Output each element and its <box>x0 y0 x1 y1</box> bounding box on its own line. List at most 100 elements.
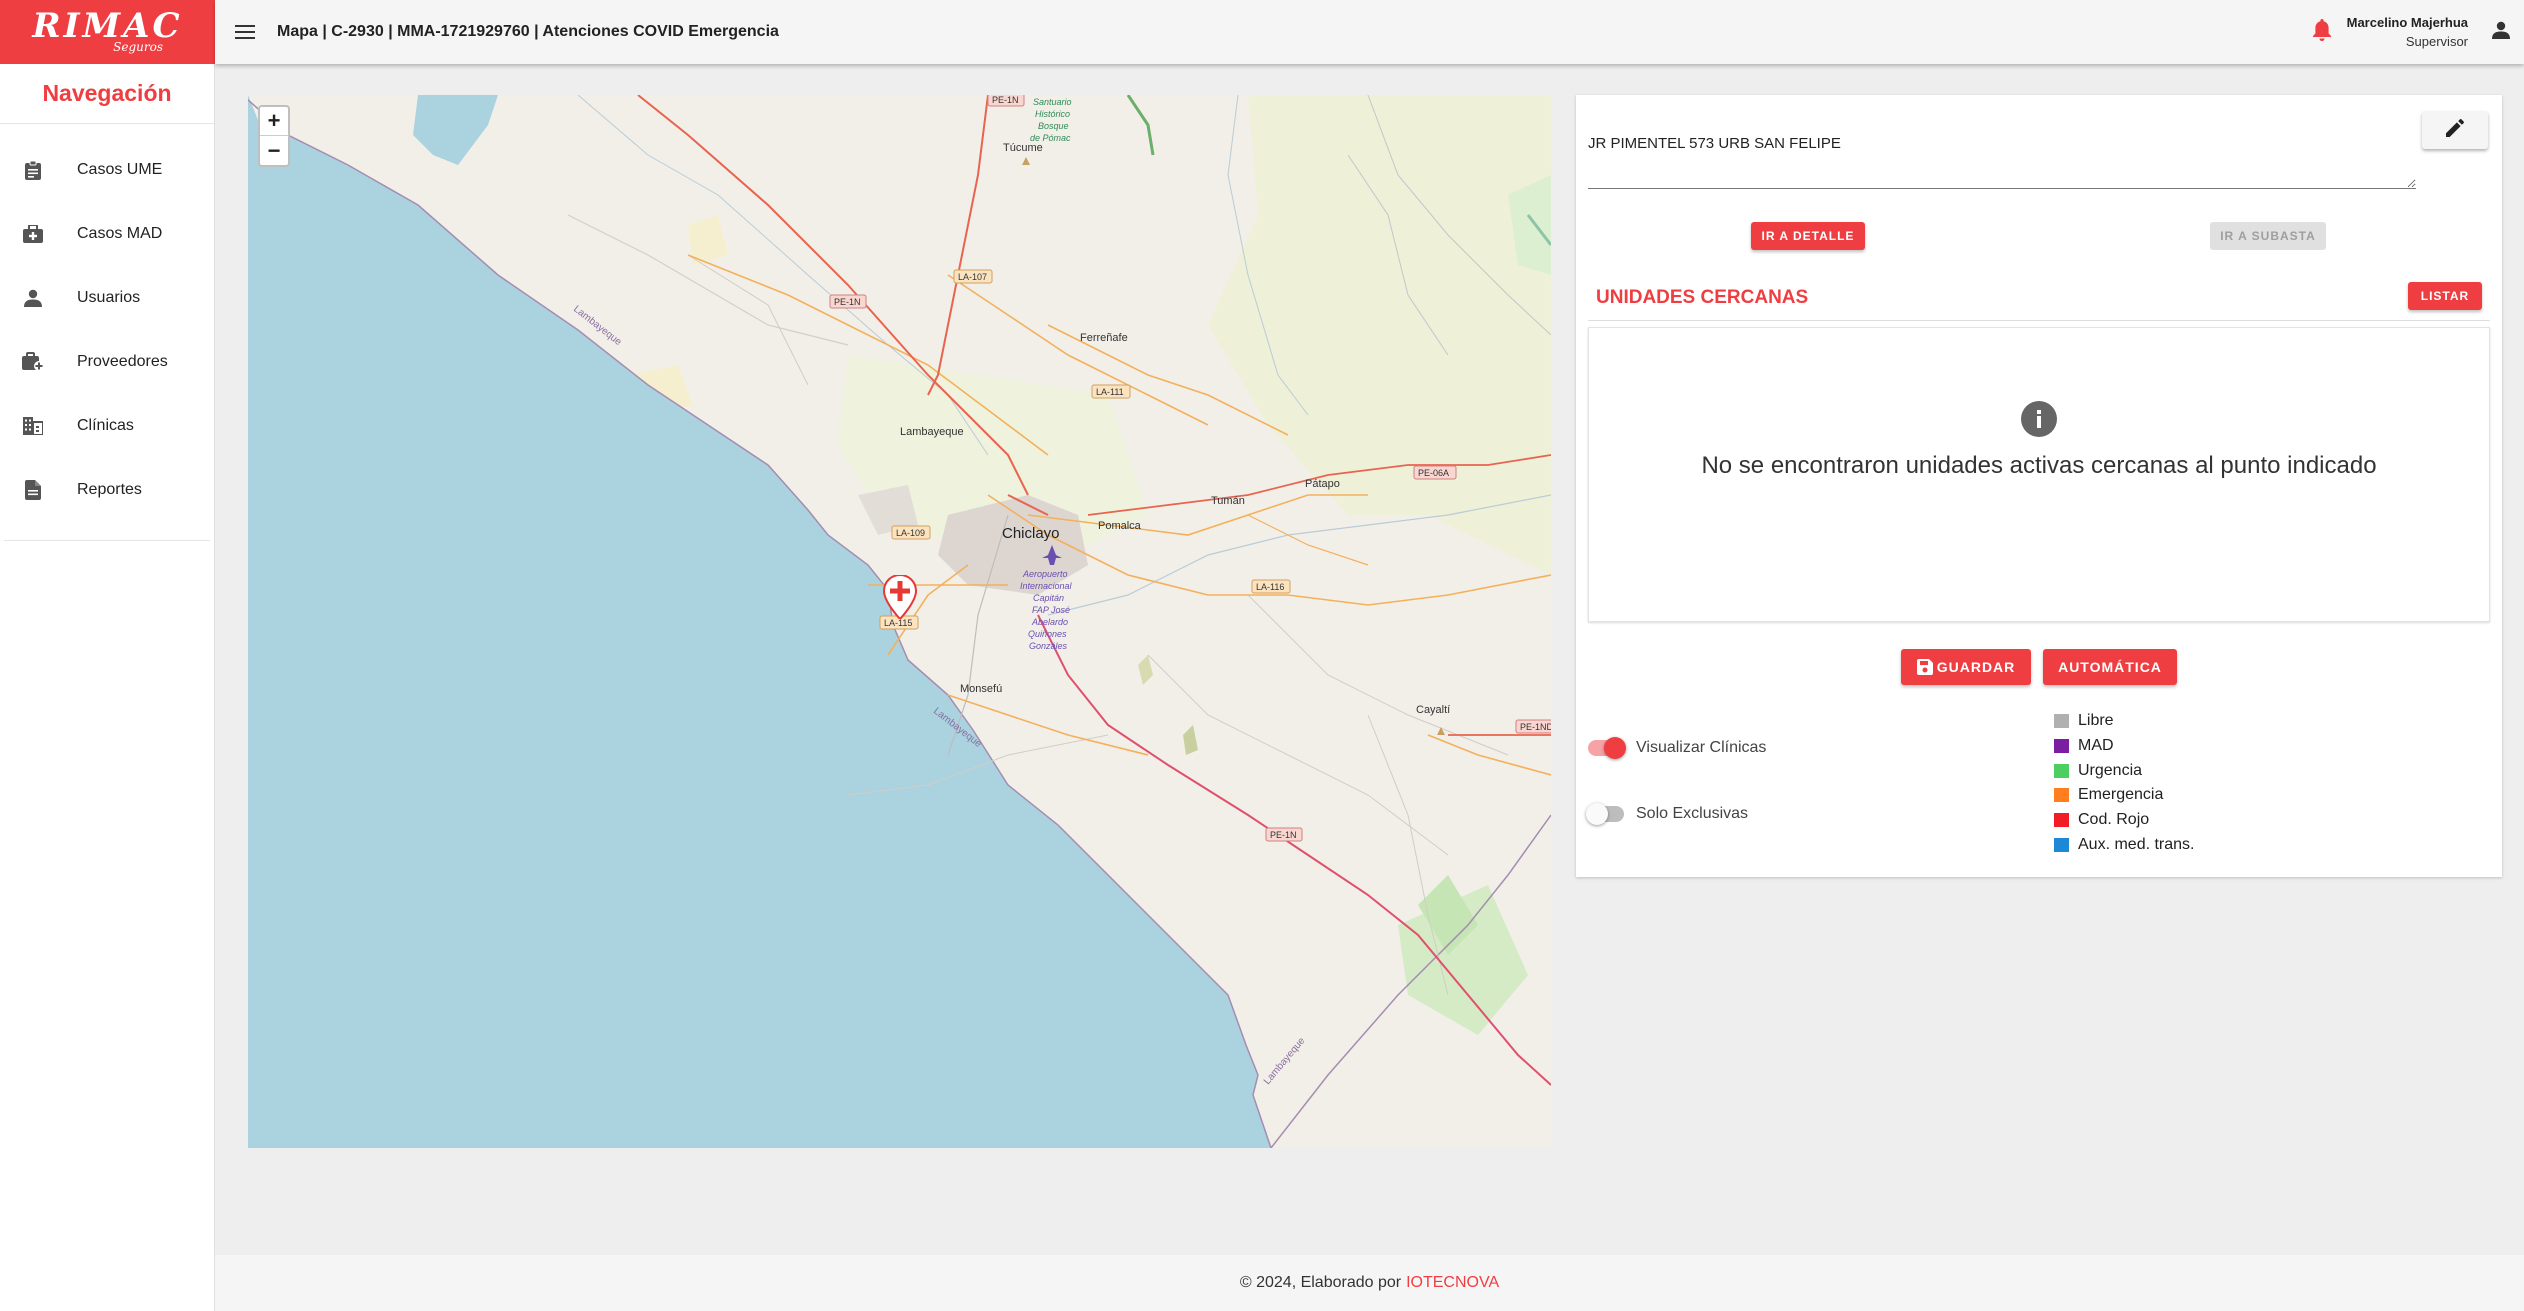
svg-text:Internacional: Internacional <box>1020 581 1073 591</box>
svg-text:Pomalca: Pomalca <box>1098 520 1142 532</box>
exclusivas-switch[interactable] <box>1586 803 1624 825</box>
svg-text:Monsefú: Monsefú <box>960 683 1002 695</box>
hamburger-menu-icon[interactable] <box>235 25 255 39</box>
account-icon[interactable] <box>2492 21 2510 44</box>
sidebar-item-label: Proveedores <box>77 353 168 370</box>
svg-text:Tumán: Tumán <box>1211 495 1245 507</box>
label-tucume: Túcume <box>1003 142 1043 154</box>
svg-text:LA-115: LA-115 <box>884 618 912 628</box>
nav-title: Navegación <box>0 64 214 124</box>
svg-text:PE-1N: PE-1N <box>992 95 1019 105</box>
svg-text:de Pómac: de Pómac <box>1030 133 1071 143</box>
svg-text:PE-1ND: PE-1ND <box>1520 722 1551 732</box>
svg-text:Chiclayo: Chiclayo <box>1002 525 1060 542</box>
sidebar-item-reportes[interactable]: Reportes <box>4 458 210 522</box>
user-role: Supervisor <box>2405 34 2468 49</box>
ir-a-subasta-button[interactable]: IR A SUBASTA <box>2210 222 2326 250</box>
legend-swatch <box>2054 739 2069 754</box>
pencil-icon <box>2446 118 2464 142</box>
svg-text:PE-1N: PE-1N <box>1270 830 1297 840</box>
map-view[interactable]: + − Túcume Santuario Histórico Bosque de… <box>248 95 1551 1148</box>
sidebar-item-label: Casos MAD <box>77 225 163 242</box>
ir-a-detalle-button[interactable]: IR A DETALLE <box>1751 222 1865 250</box>
user-info: Marcelino Majerhua Supervisor <box>2347 15 2468 49</box>
legend-item: Cod. Rojo <box>2054 808 2195 833</box>
sidebar-item-label: Casos UME <box>77 161 163 178</box>
legend-item: Aux. med. trans. <box>2054 832 2195 857</box>
legend-swatch <box>2054 813 2069 828</box>
svg-text:Aeropuerto: Aeropuerto <box>1022 569 1068 579</box>
svg-text:LA-111: LA-111 <box>1096 387 1124 397</box>
toggle-visualizar-clinicas[interactable]: Visualizar Clínicas <box>1588 737 1767 759</box>
document-icon <box>22 479 44 501</box>
legend-swatch <box>2054 837 2069 852</box>
svg-text:LA-109: LA-109 <box>896 528 925 538</box>
legend-item: Urgencia <box>2054 758 2195 783</box>
clinicas-switch-label: Visualizar Clínicas <box>1636 739 1767 756</box>
guardar-button[interactable]: GUARDAR <box>1901 649 2031 685</box>
svg-text:Lambayeque: Lambayeque <box>900 426 964 438</box>
svg-text:Histórico: Histórico <box>1035 109 1070 119</box>
svg-text:Capitán: Capitán <box>1033 593 1064 603</box>
person-icon <box>22 287 44 309</box>
clipboard-icon <box>22 159 44 181</box>
clinicas-switch[interactable] <box>1588 737 1626 759</box>
sidebar-item-proveedores[interactable]: Proveedores <box>4 330 210 394</box>
legend-swatch <box>2054 788 2069 803</box>
automatica-button[interactable]: AUTOMÁTICA <box>2043 649 2177 685</box>
save-icon <box>1916 659 1933 675</box>
sidebar-item-clinicas[interactable]: Clínicas <box>4 394 210 458</box>
svg-text:Abelardo: Abelardo <box>1031 617 1068 627</box>
svg-text:PE-1N: PE-1N <box>834 297 861 307</box>
info-icon <box>2021 401 2057 442</box>
no-units-message: No se encontraron unidades activas cerca… <box>1701 452 2377 479</box>
svg-text:FAP José: FAP José <box>1032 605 1070 615</box>
briefcase-plus-icon <box>22 351 44 373</box>
medical-bag-icon <box>22 223 44 245</box>
logo-wordmark: RIMAC <box>32 6 183 46</box>
address-field[interactable] <box>1588 115 2416 189</box>
svg-text:LA-107: LA-107 <box>958 272 987 282</box>
svg-text:Pátapo: Pátapo <box>1305 478 1340 490</box>
guardar-label: GUARDAR <box>1936 659 2016 675</box>
svg-text:Bosque: Bosque <box>1038 121 1069 131</box>
legend-swatch <box>2054 763 2069 778</box>
zoom-control: + − <box>258 105 290 167</box>
legend-item: MAD <box>2054 734 2195 759</box>
legend-swatch <box>2054 714 2069 729</box>
sidebar-item-label: Reportes <box>77 481 142 498</box>
sidebar: RIMAC Seguros Navegación Casos UME Casos… <box>0 0 215 1311</box>
bell-icon[interactable] <box>2312 18 2331 46</box>
legend: Libre MAD Urgencia Emergencia Cod. Rojo … <box>2054 709 2195 857</box>
svg-text:PE-06A: PE-06A <box>1418 468 1449 478</box>
footer-text: © 2024, Elaborado por <box>1239 1274 1402 1291</box>
building-icon <box>22 415 44 437</box>
units-header: UNIDADES CERCANAS <box>1588 275 2490 321</box>
footer-link[interactable]: IOTECNOVA <box>1406 1274 1499 1292</box>
zoom-out-button[interactable]: − <box>260 136 288 165</box>
rimac-logo[interactable]: RIMAC Seguros <box>0 0 215 64</box>
legend-item: Libre <box>2054 709 2195 734</box>
exclusivas-switch-label: Solo Exclusivas <box>1636 805 1749 822</box>
units-result-box: No se encontraron unidades activas cerca… <box>1588 327 2490 622</box>
map-canvas: Túcume Santuario Histórico Bosque de Póm… <box>248 95 1551 1148</box>
sidebar-item-casos-mad[interactable]: Casos MAD <box>4 202 210 266</box>
nav-list: Casos UME Casos MAD Usuarios Proveedores… <box>4 124 210 541</box>
svg-text:Quiñones: Quiñones <box>1028 629 1067 639</box>
toggle-solo-exclusivas[interactable]: Solo Exclusivas <box>1586 803 1749 825</box>
edit-address-button[interactable] <box>2422 111 2488 149</box>
case-panel: IR A DETALLE IR A SUBASTA UNIDADES CERCA… <box>1576 95 2502 877</box>
sidebar-item-label: Clínicas <box>77 417 134 434</box>
svg-text:Gonzáles: Gonzáles <box>1029 641 1068 651</box>
svg-text:LA-116: LA-116 <box>1256 582 1284 592</box>
svg-text:Cayaltí: Cayaltí <box>1416 704 1450 716</box>
listar-button[interactable]: LISTAR <box>2408 282 2482 310</box>
topbar: Mapa | C-2930 | MMA-1721929760 | Atencio… <box>215 0 2524 64</box>
svg-text:Ferreñafe: Ferreñafe <box>1080 332 1128 344</box>
sidebar-item-casos-ume[interactable]: Casos UME <box>4 138 210 202</box>
zoom-in-button[interactable]: + <box>260 107 288 136</box>
location-marker-icon[interactable] <box>883 575 917 619</box>
units-title: UNIDADES CERCANAS <box>1596 286 1809 308</box>
sidebar-item-usuarios[interactable]: Usuarios <box>4 266 210 330</box>
footer: © 2024, Elaborado por IOTECNOVA <box>215 1255 2524 1311</box>
